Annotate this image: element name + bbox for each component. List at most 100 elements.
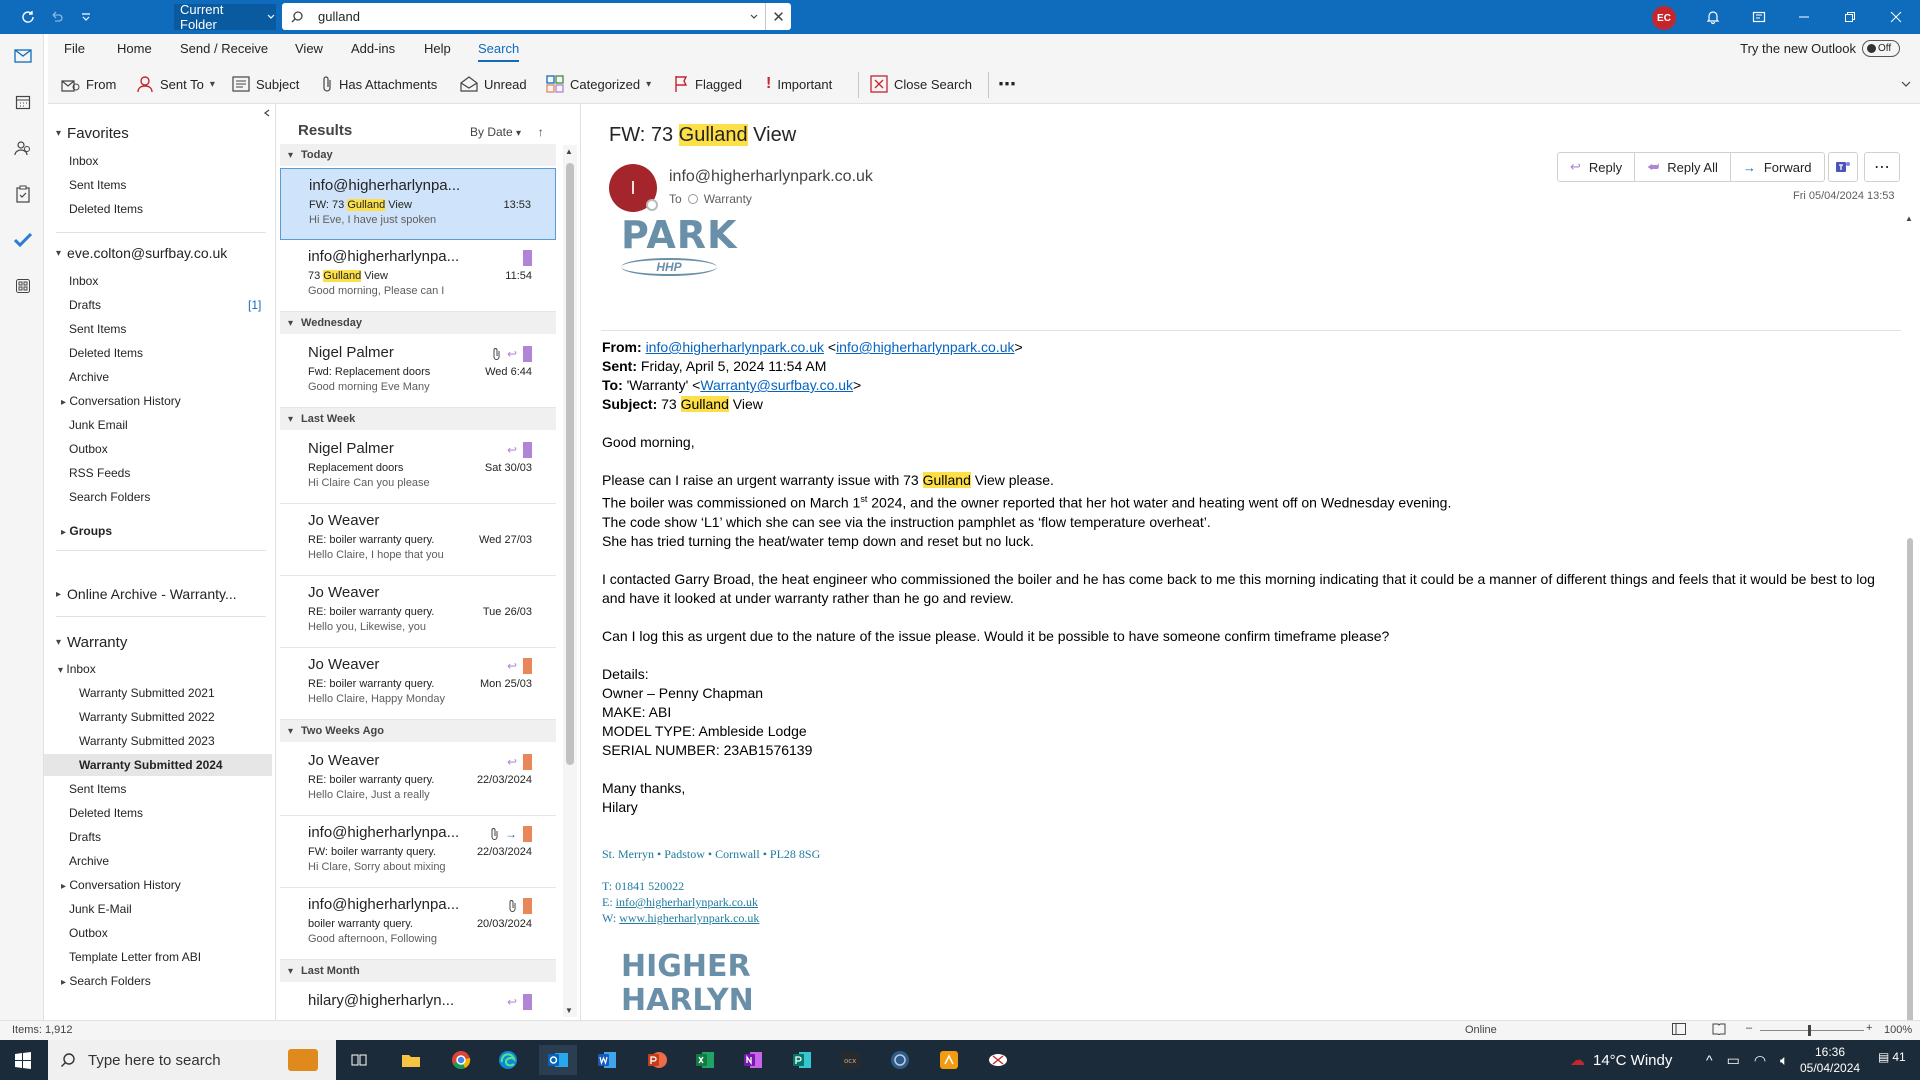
scroll-up-icon[interactable]: ▲ [1905, 214, 1913, 223]
warranty-template-letter[interactable]: Template Letter from ABI [69, 950, 201, 964]
folder-rss-feeds[interactable]: RSS Feeds [69, 466, 130, 480]
zoom-slider-thumb[interactable] [1808, 1025, 1811, 1036]
collapse-pane-icon[interactable] [262, 108, 272, 118]
warranty-submitted-2024[interactable]: Warranty Submitted 2024 [44, 754, 272, 776]
warranty-junk-email[interactable]: Junk E-Mail [69, 902, 132, 916]
folder-deleted-items[interactable]: Deleted Items [69, 346, 143, 360]
warranty-deleted-items[interactable]: Deleted Items [69, 806, 143, 820]
categorized-button[interactable]: Categorized ▾ [546, 73, 651, 95]
scroll-up-icon[interactable]: ▲ [565, 147, 573, 156]
volume-icon[interactable]: 🔈︎ [1780, 1052, 1788, 1069]
edge-icon[interactable] [493, 1045, 523, 1075]
weather-widget[interactable]: ☁ 14°C Windy [1570, 1040, 1672, 1080]
onenote-icon[interactable] [738, 1045, 768, 1075]
warranty-submitted-2022[interactable]: Warranty Submitted 2022 [79, 710, 215, 724]
warranty-inbox[interactable]: ▾ Inbox [58, 662, 96, 676]
powerpoint-icon[interactable] [642, 1045, 672, 1075]
folder-archive[interactable]: Archive [69, 370, 109, 384]
more-actions-icon[interactable]: ⋯ [1864, 152, 1900, 182]
sort-direction-icon[interactable]: ↑ [538, 125, 544, 139]
group-header[interactable]: ▾ Last Month [280, 960, 556, 982]
account-avatar[interactable]: EC [1652, 6, 1676, 30]
apps-icon[interactable] [11, 274, 35, 298]
signature-email-link[interactable]: info@higherharlynpark.co.uk [616, 895, 758, 909]
warranty-outbox[interactable]: Outbox [69, 926, 108, 940]
scrollbar-thumb[interactable] [566, 163, 574, 765]
fav-sent-items[interactable]: Sent Items [69, 178, 126, 192]
warranty-sent-items[interactable]: Sent Items [69, 782, 126, 796]
sender-address[interactable]: info@higherharlynpark.co.uk [669, 168, 873, 186]
from-link[interactable]: info@higherharlynpark.co.uk [836, 339, 1014, 355]
search-scope-dropdown[interactable]: Current Folder [174, 2, 276, 32]
display-icon[interactable]: ▭ [1727, 1052, 1740, 1069]
mail-icon[interactable] [11, 44, 35, 68]
normal-view-icon[interactable] [1672, 1023, 1686, 1035]
recipient-name[interactable]: Warranty [704, 192, 752, 206]
list-item[interactable]: hilary@higherharlyn... ↩ [280, 984, 556, 1020]
warranty-header[interactable]: ▾ Warranty [56, 634, 127, 651]
file-explorer-icon[interactable] [396, 1045, 426, 1075]
wifi-icon[interactable]: ◠ [1754, 1052, 1766, 1069]
clock[interactable]: 16:36 05/04/2024 [1800, 1044, 1860, 1076]
search-options-icon[interactable] [743, 12, 765, 22]
fav-inbox[interactable]: Inbox [69, 154, 98, 168]
zoom-level[interactable]: 100% [1884, 1024, 1912, 1036]
category-orange-icon[interactable] [523, 754, 532, 770]
ribbon-collapse-icon[interactable] [1900, 73, 1912, 95]
favorites-header[interactable]: ▾ Favorites [56, 125, 129, 142]
search-input[interactable] [312, 9, 743, 24]
tab-add-ins[interactable]: Add-ins [351, 41, 395, 56]
minimize-icon[interactable] [1793, 6, 1815, 28]
app-orange-icon[interactable] [934, 1045, 964, 1075]
coming-soon-icon[interactable] [1748, 6, 1770, 28]
calendar-icon[interactable] [11, 90, 35, 114]
notification-center[interactable]: ▤ 41 [1878, 1050, 1906, 1064]
has-attachments-button[interactable]: Has Attachments [321, 73, 437, 95]
windows-start-icon[interactable] [8, 1045, 38, 1075]
category-orange-icon[interactable] [523, 826, 532, 842]
tab-view[interactable]: View [295, 41, 323, 56]
zoom-out-icon[interactable]: – [1746, 1022, 1752, 1034]
subject-button[interactable]: Subject [232, 73, 299, 95]
undo-icon[interactable] [46, 6, 68, 28]
folder-sent-items[interactable]: Sent Items [69, 322, 126, 336]
list-item[interactable]: info@higherharlynpa... FW: boiler warran… [280, 816, 556, 888]
chrome-icon[interactable] [446, 1045, 476, 1075]
online-archive-header[interactable]: ▸ Online Archive - Warranty... [56, 586, 237, 602]
chevron-up-icon[interactable]: ^ [1706, 1052, 1713, 1068]
warranty-conversation-history[interactable]: ▸ Conversation History [61, 878, 181, 892]
tasks-icon[interactable] [11, 182, 35, 206]
list-item[interactable]: Jo Weaver RE: boiler warranty query. Hel… [280, 504, 556, 576]
folder-inbox[interactable]: Inbox [69, 274, 98, 288]
warranty-submitted-2023[interactable]: Warranty Submitted 2023 [79, 734, 215, 748]
list-item[interactable]: info@higherharlynpa... boiler warranty q… [280, 888, 556, 960]
group-header[interactable]: ▾ Last Week [280, 408, 556, 430]
unread-button[interactable]: Unread [460, 73, 527, 95]
group-header[interactable]: ▾ Two Weeks Ago [280, 720, 556, 742]
close-search-button[interactable]: Close Search [870, 73, 972, 95]
group-header[interactable]: ▾ Wednesday [280, 312, 556, 334]
list-item[interactable]: info@higherharlynpa... FW: 73 Gulland Vi… [280, 168, 556, 240]
to-link[interactable]: Warranty@surfbay.co.uk [700, 377, 853, 393]
group-header[interactable]: ▾ Today [280, 144, 556, 166]
publisher-icon[interactable] [787, 1045, 817, 1075]
tab-home[interactable]: Home [117, 41, 152, 56]
excel-icon[interactable] [690, 1045, 720, 1075]
tab-send-receive[interactable]: Send / Receive [180, 41, 268, 56]
category-purple-icon[interactable] [523, 994, 532, 1010]
tab-file[interactable]: File [64, 41, 85, 56]
people-icon[interactable] [11, 136, 35, 160]
sort-dropdown[interactable]: By Date ▾ ↑ [470, 125, 544, 139]
close-window-icon[interactable] [1885, 6, 1907, 28]
folder-outbox[interactable]: Outbox [69, 442, 108, 456]
tab-search[interactable]: Search [478, 41, 520, 62]
warranty-drafts[interactable]: Drafts [69, 830, 101, 844]
list-item[interactable]: Nigel Palmer Fwd: Replacement doors Good… [280, 336, 556, 408]
category-orange-icon[interactable] [523, 658, 532, 674]
sync-icon[interactable] [17, 6, 39, 28]
folder-groups[interactable]: ▸ Groups [61, 524, 112, 538]
briefcase-icon[interactable] [288, 1049, 318, 1071]
list-item[interactable]: Jo Weaver RE: boiler warranty query. Hel… [280, 648, 556, 720]
folder-conversation-history[interactable]: ▸ Conversation History [61, 394, 181, 408]
folder-junk-email[interactable]: Junk Email [69, 418, 128, 432]
